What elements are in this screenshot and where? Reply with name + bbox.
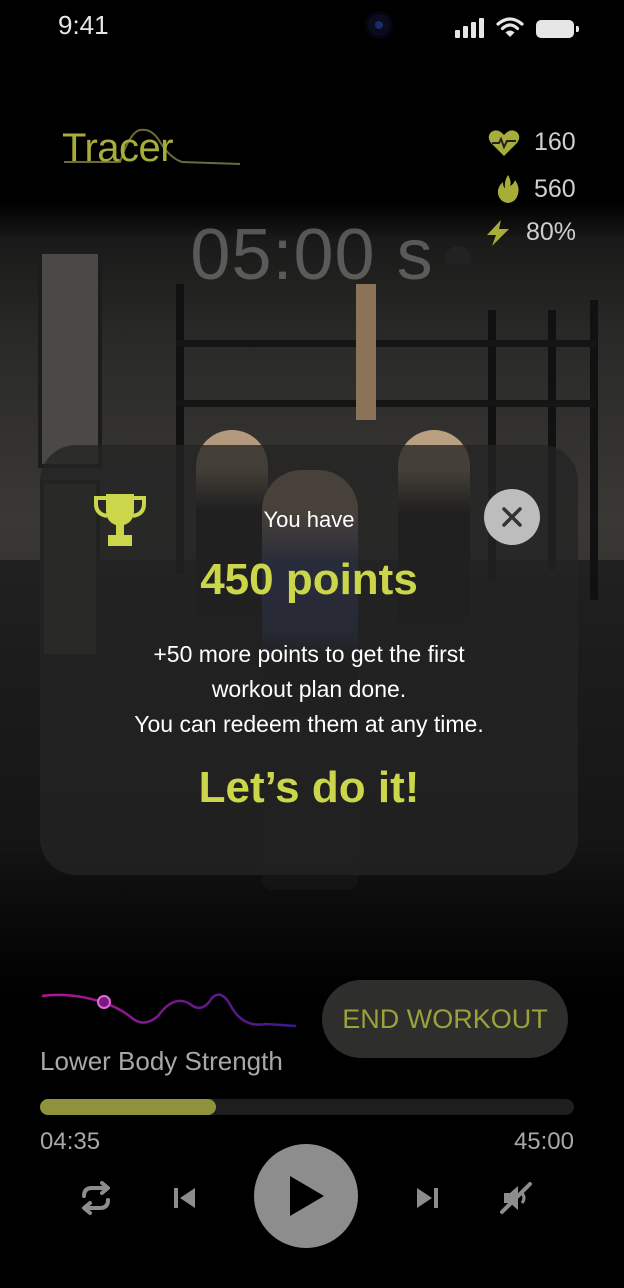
workout-timer: 05:00 s: [190, 215, 434, 295]
play-icon: [290, 1176, 324, 1216]
calories-stat: 560: [496, 174, 576, 204]
message-line-3: You can redeem them at any time.: [134, 711, 484, 737]
front-camera: [368, 14, 390, 36]
heart-rate-value: 160: [534, 128, 576, 156]
end-workout-button[interactable]: END WORKOUT: [322, 980, 568, 1058]
message-line-2: workout plan done.: [211, 676, 407, 702]
flame-icon: [497, 175, 519, 203]
heart-rate-stat: 160: [488, 128, 576, 157]
workout-screen: 9:41 Tracer 160 560 80% 05:00 s You have…: [0, 0, 624, 1288]
signal-icon: [455, 18, 484, 38]
skip-previous-icon: [174, 1188, 195, 1208]
mute-button[interactable]: [494, 1176, 538, 1220]
calories-value: 560: [534, 174, 576, 203]
message-line-1: +50 more points to get the first: [153, 641, 465, 667]
modal-title: You have: [263, 507, 355, 532]
play-button[interactable]: [254, 1144, 358, 1248]
points-modal: You have 450 points +50 more points to g…: [40, 445, 578, 875]
heart-wave-graph: [41, 993, 297, 1028]
cta-text[interactable]: Let’s do it!: [40, 763, 578, 813]
repeat-button[interactable]: [74, 1176, 118, 1220]
elapsed-time: 04:35: [40, 1128, 101, 1155]
modal-message: +50 more points to get the first workout…: [40, 637, 578, 742]
points-value: 450 points: [200, 555, 418, 604]
workout-progress-bar[interactable]: [40, 1099, 574, 1115]
status-icons: [455, 16, 579, 38]
brand-logo: Tracer: [62, 126, 174, 170]
battery-icon: [536, 20, 579, 38]
skip-next-icon: [417, 1188, 438, 1208]
previous-button[interactable]: [166, 1180, 202, 1216]
next-button[interactable]: [410, 1180, 446, 1216]
wifi-icon: [496, 17, 524, 37]
status-time: 9:41: [58, 10, 109, 40]
heart-rate-icon: [488, 129, 520, 156]
progress-fill: [40, 1099, 217, 1115]
volume-muted-icon: [500, 1182, 532, 1214]
total-time: 45:00: [513, 1128, 574, 1155]
repeat-icon: [82, 1181, 110, 1215]
workout-name: Lower Body Strength: [40, 1046, 283, 1076]
